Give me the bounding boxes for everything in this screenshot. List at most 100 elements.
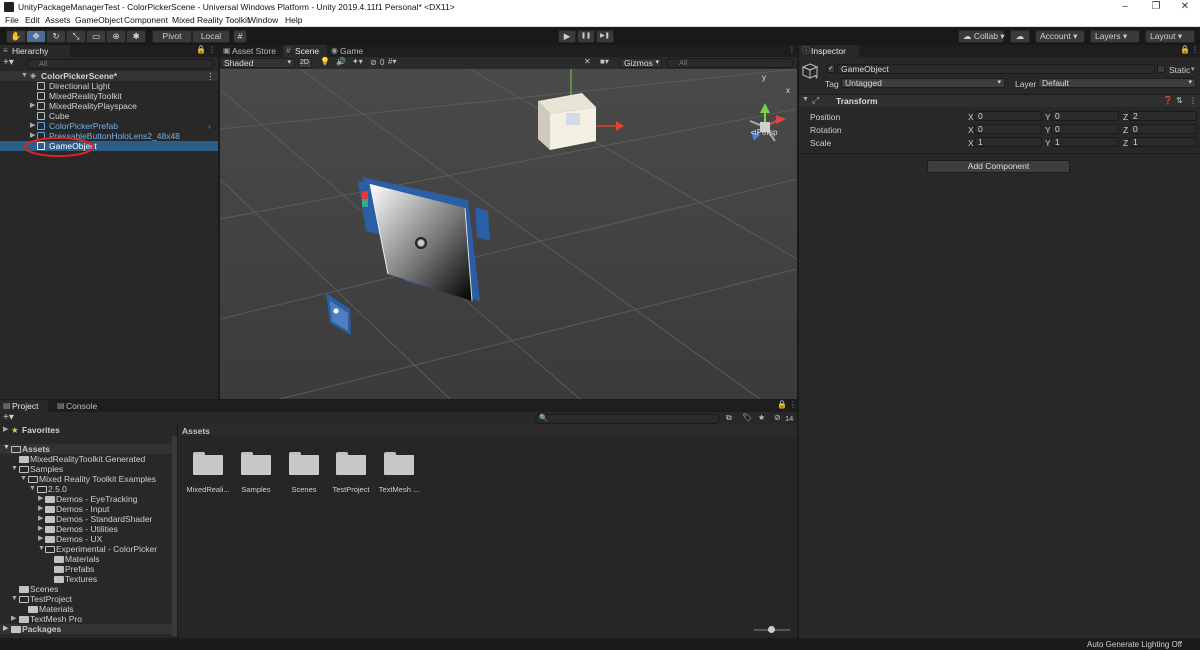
scale-z-field[interactable]: 1 xyxy=(1129,137,1197,147)
slider-thumb[interactable] xyxy=(768,626,775,633)
project-search-input[interactable]: 🔍 xyxy=(535,414,720,424)
hierarchy-search-input[interactable]: All xyxy=(26,59,214,69)
hierarchy-item[interactable]: ▶ MixedRealityPlayspace xyxy=(0,101,218,111)
tab-inspector[interactable]: ⓘ Inspector xyxy=(799,45,859,57)
scene-menu-icon[interactable]: ⋮ xyxy=(206,71,215,81)
packages-root-row[interactable]: ▶ Packages xyxy=(0,624,176,634)
minimize-button[interactable]: – xyxy=(1110,0,1140,14)
filter-type-icon[interactable]: ⧉ xyxy=(726,413,732,423)
grid-toggle-icon[interactable]: #▾ xyxy=(388,57,396,66)
rotation-x-field[interactable]: 0 xyxy=(974,124,1042,134)
collab-dropdown[interactable]: ☁ Collab ▾ xyxy=(958,30,1005,43)
chevron-right-icon[interactable]: ▶ xyxy=(30,101,35,111)
menu-assets[interactable]: Assets xyxy=(45,15,71,25)
pivot-toggle[interactable]: Pivot xyxy=(152,30,192,43)
scene-viewport[interactable]: y x ⊲Persp xyxy=(220,69,797,399)
effects-icon[interactable]: ✦▾ xyxy=(352,57,363,66)
shading-mode-dropdown[interactable]: Shaded ▾ xyxy=(220,58,295,68)
menu-gameobject[interactable]: GameObject xyxy=(75,15,123,25)
tab-asset-store[interactable]: ▣ Asset Store xyxy=(220,45,282,57)
menu-help[interactable]: Help xyxy=(285,15,302,25)
hierarchy-item[interactable]: Cube xyxy=(0,111,218,121)
chevron-down-icon[interactable]: ▾ xyxy=(1191,65,1195,73)
chevron-down-icon[interactable]: ▼ xyxy=(3,444,10,451)
hidden-packages-icon[interactable]: ⊘ xyxy=(774,413,781,422)
hierarchy-scene-row[interactable]: ▼ ◈ ColorPickerScene* ⋮ xyxy=(0,71,218,81)
static-checkbox[interactable] xyxy=(1157,65,1165,73)
transform-header[interactable]: ▼ ⤢ Transform ❓ ⇅ ⋮ xyxy=(799,95,1200,107)
component-menu-icon[interactable]: ⋮ xyxy=(1189,96,1197,105)
tab-game[interactable]: ◉ Game xyxy=(328,45,370,57)
scene-search-input[interactable]: All xyxy=(666,58,794,68)
step-button[interactable]: ▶❚ xyxy=(596,30,614,43)
scale-y-field[interactable]: 1 xyxy=(1051,137,1119,147)
cloud-button[interactable]: ☁ xyxy=(1010,30,1030,43)
preset-icon[interactable]: ⇅ xyxy=(1176,96,1183,105)
chevron-right-icon[interactable]: ▶ xyxy=(3,624,8,632)
rect-tool-button[interactable]: ▭ xyxy=(86,30,106,43)
chevron-down-icon[interactable]: ▾ xyxy=(815,74,818,81)
chevron-right-icon[interactable]: › xyxy=(208,121,211,131)
close-button[interactable]: ✕ xyxy=(1170,0,1200,14)
help-icon[interactable]: ❓ xyxy=(1163,96,1173,105)
create-plus-button[interactable]: +▾ xyxy=(3,57,14,68)
camera-icon[interactable]: ■▾ xyxy=(600,57,609,66)
tab-hierarchy[interactable]: ≡ Hierarchy xyxy=(0,45,70,57)
menu-file[interactable]: File xyxy=(5,15,19,25)
menu-component[interactable]: Component xyxy=(124,15,168,25)
tag-dropdown[interactable]: Untagged ▾ xyxy=(841,78,1005,88)
assets-root-row[interactable]: ▼ Assets xyxy=(0,444,176,454)
menu-mixed-reality-toolkit[interactable]: Mixed Reality Toolkit xyxy=(172,15,249,25)
local-toggle[interactable]: Local xyxy=(192,30,230,43)
lock-icon[interactable]: 🔒 xyxy=(196,45,206,54)
toggle-2d-button[interactable]: 2D xyxy=(298,58,312,68)
gizmos-dropdown[interactable]: Gizmos ▾ xyxy=(620,58,662,68)
chevron-right-icon[interactable]: ▶ xyxy=(3,425,8,435)
layout-dropdown[interactable]: Layout ▾ xyxy=(1145,30,1195,43)
chevron-right-icon[interactable]: ▶ xyxy=(38,514,43,524)
account-dropdown[interactable]: Account ▾ xyxy=(1035,30,1085,43)
persp-toggle[interactable]: ⊲Persp xyxy=(750,128,778,137)
tab-scene[interactable]: # Scene xyxy=(283,45,327,57)
rotation-z-field[interactable]: 0 xyxy=(1129,124,1197,134)
object-name-field[interactable]: GameObject xyxy=(837,64,1155,74)
chevron-down-icon[interactable]: ▼ xyxy=(11,594,18,604)
chevron-down-icon[interactable]: ▼ xyxy=(29,484,36,494)
position-z-field[interactable]: 2 xyxy=(1129,111,1197,121)
panel-menu-icon[interactable]: ⋮ xyxy=(208,45,216,54)
create-plus-button[interactable]: +▾ xyxy=(3,412,14,423)
tree-scrollbar[interactable] xyxy=(172,436,177,636)
chevron-right-icon[interactable]: ▶ xyxy=(38,534,43,544)
chevron-right-icon[interactable]: ▶ xyxy=(38,494,43,504)
grid-snap-button[interactable]: # xyxy=(233,30,247,43)
favorite-star-icon[interactable]: ★ xyxy=(758,413,765,422)
custom-tool-button[interactable]: ✱ xyxy=(126,30,146,43)
rotate-tool-button[interactable]: ↻ xyxy=(46,30,66,43)
play-button[interactable]: ▶ xyxy=(558,30,576,43)
lighting-icon[interactable]: 💡 xyxy=(320,57,330,66)
chevron-right-icon[interactable]: ▶ xyxy=(11,614,16,624)
chevron-right-icon[interactable]: ▶ xyxy=(30,121,35,131)
transform-tool-button[interactable]: ⊕ xyxy=(106,30,126,43)
lock-icon[interactable]: 🔒 xyxy=(1180,45,1190,54)
panel-menu-icon[interactable]: ⋮ xyxy=(789,400,797,409)
layer-dropdown[interactable]: Default ▾ xyxy=(1038,78,1196,88)
layers-dropdown[interactable]: Layers ▾ xyxy=(1090,30,1140,43)
hierarchy-item[interactable]: Directional Light xyxy=(0,81,218,91)
active-checkbox[interactable]: ✓ xyxy=(827,65,835,73)
menu-edit[interactable]: Edit xyxy=(25,15,40,25)
chevron-down-icon[interactable]: ▼ xyxy=(11,464,18,474)
hidden-objects-icon[interactable]: ⊘ xyxy=(370,58,377,67)
rotation-y-field[interactable]: 0 xyxy=(1051,124,1119,134)
audio-icon[interactable]: 🔊 xyxy=(336,57,346,66)
scale-x-field[interactable]: 1 xyxy=(974,137,1042,147)
position-x-field[interactable]: 0 xyxy=(974,111,1042,121)
breadcrumb-assets[interactable]: Assets xyxy=(182,426,210,436)
add-component-button[interactable]: Add Component xyxy=(927,160,1070,173)
hierarchy-item[interactable]: ▶ ColorPickerPrefab › xyxy=(0,121,218,131)
filter-label-icon[interactable]: 🏷 xyxy=(742,413,752,422)
chevron-right-icon[interactable]: ▶ xyxy=(38,524,43,534)
lock-icon[interactable]: 🔒 xyxy=(777,400,787,409)
tab-project[interactable]: ▤ Project xyxy=(0,400,48,412)
menu-window[interactable]: Window xyxy=(248,15,278,25)
